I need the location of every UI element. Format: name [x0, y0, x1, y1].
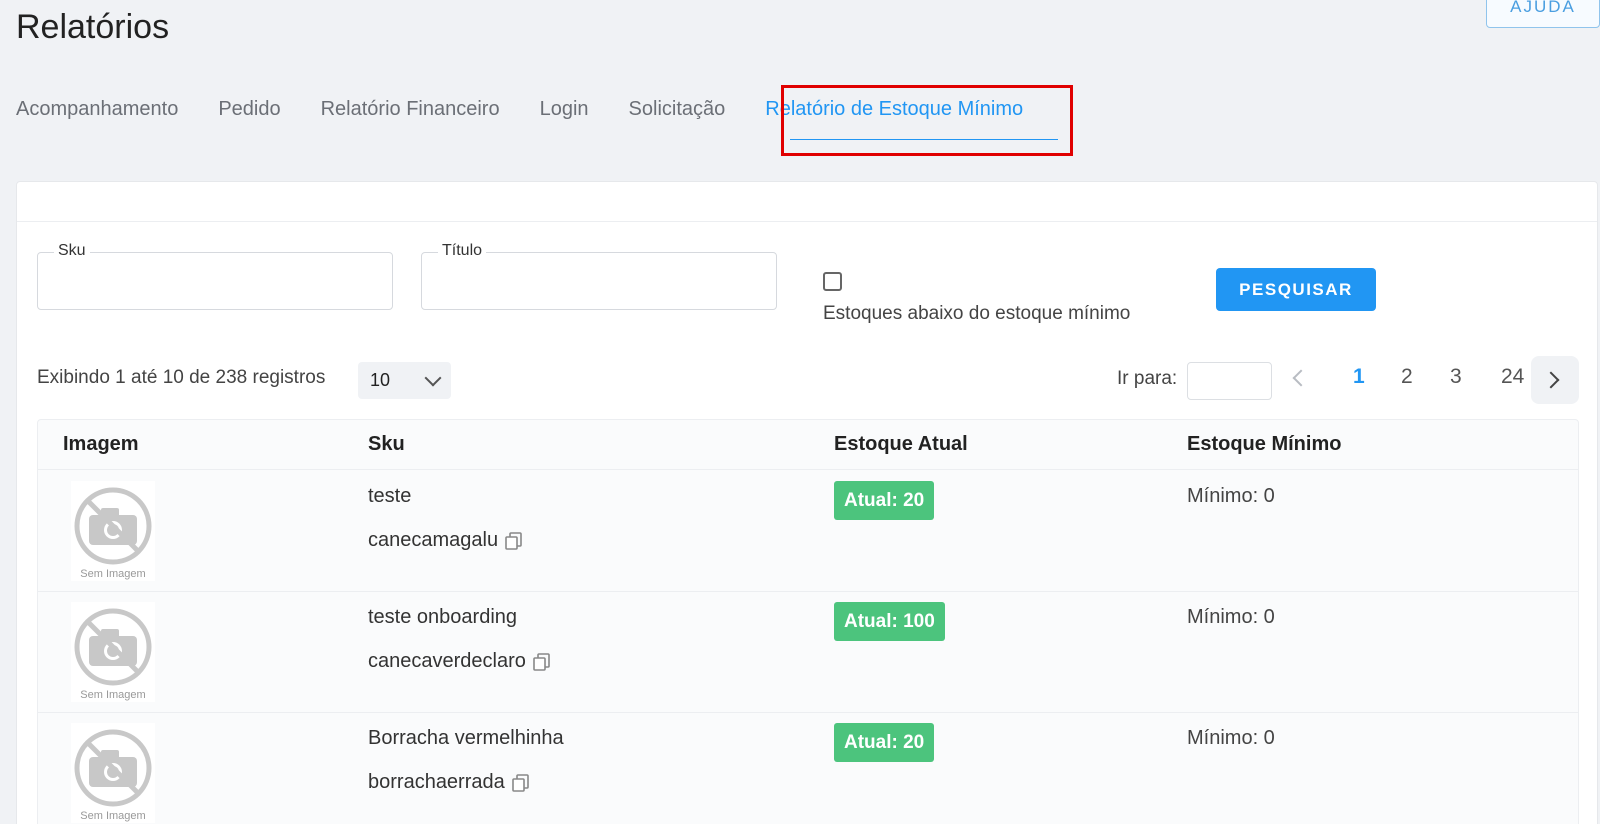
- min-stock-value: Mínimo: 0: [1187, 606, 1275, 628]
- product-title: teste onboarding: [368, 606, 518, 628]
- product-title: teste: [368, 485, 412, 507]
- chevron-left-icon[interactable]: [1292, 369, 1310, 387]
- chevron-down-icon: [424, 369, 442, 386]
- table-header: Imagem Sku Estoque Atual Estoque Mínimo: [38, 420, 1578, 470]
- page-button-2[interactable]: 2: [1401, 365, 1413, 389]
- title-input[interactable]: [422, 253, 776, 309]
- no-image-label: Sem Imagem: [80, 689, 146, 701]
- next-page-button[interactable]: [1531, 356, 1579, 404]
- product-sku-text: borrachaerrada: [368, 771, 505, 793]
- table-row: Sem Imagem teste onboarding canecaverdec…: [38, 592, 1578, 713]
- tab-highlight-box: [781, 85, 1073, 156]
- tab-pedido[interactable]: Pedido: [218, 98, 280, 133]
- title-field: Título: [421, 242, 777, 310]
- page-button-24[interactable]: 24: [1501, 365, 1524, 389]
- header-image: Imagem: [63, 433, 139, 455]
- copy-icon[interactable]: [504, 531, 524, 551]
- product-sku-text: canecaverdeclaro: [368, 650, 526, 672]
- product-sku: canecamagalu: [368, 529, 524, 552]
- no-image-icon: Sem Imagem: [71, 481, 155, 581]
- table-row: Sem Imagem teste canecamagalu Atual: 20 …: [38, 471, 1578, 592]
- copy-icon[interactable]: [532, 652, 552, 672]
- header-current-stock: Estoque Atual: [834, 433, 968, 455]
- current-stock-badge: Atual: 100: [834, 602, 945, 641]
- sku-input[interactable]: [38, 253, 392, 309]
- no-image-icon: Sem Imagem: [71, 602, 155, 702]
- tab-relatorio-financeiro[interactable]: Relatório Financeiro: [321, 98, 500, 133]
- goto-label: Ir para:: [1117, 368, 1178, 389]
- card-divider: [17, 221, 1597, 222]
- goto-page-input[interactable]: [1187, 362, 1272, 400]
- page-size-select[interactable]: 10: [358, 362, 451, 399]
- current-stock-badge: Atual: 20: [834, 481, 935, 520]
- chevron-right-icon: [1542, 371, 1560, 389]
- page-size-value: 10: [370, 370, 391, 390]
- page-title: Relatórios: [16, 8, 170, 46]
- product-sku-text: canecamagalu: [368, 529, 499, 551]
- help-button[interactable]: AJUDA: [1486, 0, 1600, 28]
- product-title: Borracha vermelhinha: [368, 727, 564, 749]
- table-row: Sem Imagem Borracha vermelhinha borracha…: [38, 713, 1578, 824]
- below-min-checkbox[interactable]: [823, 272, 842, 291]
- tab-acompanhamento[interactable]: Acompanhamento: [16, 98, 178, 133]
- page-button-3[interactable]: 3: [1450, 365, 1462, 389]
- product-sku: borrachaerrada: [368, 771, 531, 794]
- no-image-icon: Sem Imagem: [71, 723, 155, 823]
- records-info: Exibindo 1 até 10 de 238 registros: [37, 367, 326, 388]
- min-stock-value: Mínimo: 0: [1187, 485, 1275, 507]
- search-button[interactable]: PESQUISAR: [1216, 268, 1376, 311]
- stock-table: Imagem Sku Estoque Atual Estoque Mínimo …: [37, 419, 1579, 824]
- header-min-stock: Estoque Mínimo: [1187, 433, 1342, 455]
- product-sku: canecaverdeclaro: [368, 650, 552, 673]
- copy-icon[interactable]: [511, 773, 531, 793]
- min-stock-value: Mínimo: 0: [1187, 727, 1275, 749]
- tab-login[interactable]: Login: [540, 98, 589, 133]
- header-sku: Sku: [368, 433, 405, 455]
- below-min-label: Estoques abaixo do estoque mínimo: [823, 303, 1131, 324]
- current-stock-badge: Atual: 20: [834, 723, 935, 762]
- sku-field: Sku: [37, 242, 393, 310]
- no-image-label: Sem Imagem: [80, 810, 146, 822]
- report-card: Sku Título Estoques abaixo do estoque mí…: [16, 181, 1598, 824]
- page-button-1[interactable]: 1: [1353, 365, 1365, 389]
- no-image-label: Sem Imagem: [80, 568, 146, 580]
- tab-solicitacao[interactable]: Solicitação: [629, 98, 726, 133]
